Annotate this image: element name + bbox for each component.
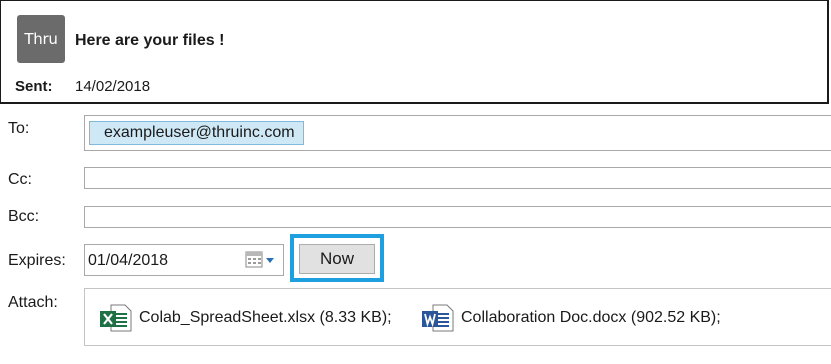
- bcc-label: Bcc:: [8, 208, 40, 225]
- sent-date: 14/02/2018: [75, 78, 151, 95]
- recipient-chip[interactable]: exampleuser@thruinc.com: [89, 121, 304, 145]
- now-button[interactable]: Now: [299, 244, 375, 274]
- expires-date-picker[interactable]: 01/04/2018: [84, 244, 284, 276]
- sent-label: Sent:: [15, 78, 53, 95]
- bcc-field[interactable]: [84, 206, 831, 228]
- attachment-name[interactable]: Colab_SpreadSheet.xlsx (8.33 KB);: [139, 309, 392, 327]
- to-field[interactable]: exampleuser@thruinc.com: [84, 115, 831, 151]
- attachment-item[interactable]: Colab_SpreadSheet.xlsx (8.33 KB);: [99, 303, 392, 333]
- attachment-name[interactable]: Collaboration Doc.docx (902.52 KB);: [461, 309, 721, 327]
- expires-label: Expires:: [8, 252, 66, 269]
- message-header: Thru Here are your files ! Sent: 14/02/2…: [0, 0, 829, 104]
- attach-label: Attach:: [8, 294, 58, 311]
- cc-field[interactable]: [84, 167, 831, 189]
- cc-label: Cc:: [8, 171, 32, 188]
- expires-date-value[interactable]: 01/04/2018: [88, 252, 168, 270]
- calendar-dropdown-icon[interactable]: [244, 251, 278, 269]
- to-label: To:: [8, 120, 30, 137]
- attachments-list: Colab_SpreadSheet.xlsx (8.33 KB); Collab…: [84, 288, 831, 346]
- thru-logo: Thru: [17, 15, 65, 63]
- message-subject: Here are your files !: [75, 32, 225, 49]
- word-file-icon: [422, 304, 454, 332]
- excel-file-icon: [100, 304, 132, 332]
- attachment-item[interactable]: Collaboration Doc.docx (902.52 KB);: [421, 303, 721, 333]
